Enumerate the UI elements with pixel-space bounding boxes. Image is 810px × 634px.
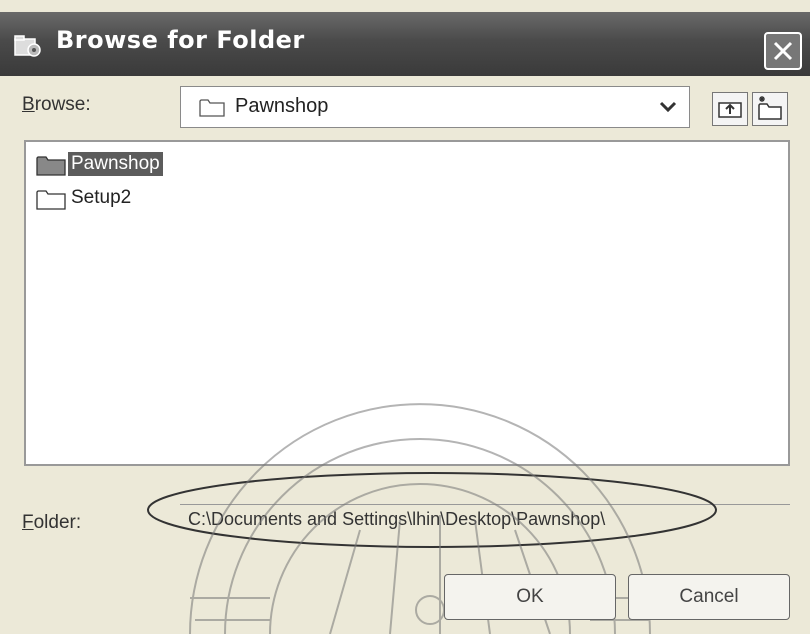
browse-label: Browse: <box>22 94 91 115</box>
folder-icon <box>36 156 66 176</box>
ok-button[interactable]: OK <box>444 574 616 620</box>
new-folder-button[interactable] <box>752 92 788 126</box>
browse-location-dropdown[interactable]: Pawnshop <box>180 86 690 128</box>
window-title: Browse for Folder <box>56 26 305 54</box>
up-one-level-button[interactable] <box>712 92 748 126</box>
folder-label: Folder: <box>22 512 82 533</box>
new-folder-icon <box>758 96 782 120</box>
folder-icon <box>36 190 66 210</box>
folder-gear-icon <box>14 35 41 57</box>
title-bar[interactable]: Browse for Folder <box>0 12 810 76</box>
browse-selected-value: Pawnshop <box>235 95 329 117</box>
folder-icon <box>199 99 225 117</box>
up-folder-icon <box>718 102 742 118</box>
tree-item-label: Setup2 <box>71 187 132 208</box>
browse-for-folder-dialog: Browse for Folder Browse: Pawnshop Pawns… <box>0 0 810 634</box>
close-icon <box>773 41 793 61</box>
tree-item-label: Pawnshop <box>68 152 163 176</box>
folder-path-field[interactable]: C:\Documents and Settings\lhin\Desktop\P… <box>180 504 790 544</box>
folder-tree[interactable]: Pawnshop Setup2 <box>24 140 790 466</box>
close-button[interactable] <box>764 32 802 70</box>
cancel-button[interactable]: Cancel <box>628 574 790 620</box>
chevron-down-icon[interactable] <box>659 100 677 114</box>
folder-path-value: C:\Documents and Settings\lhin\Desktop\P… <box>188 509 606 529</box>
